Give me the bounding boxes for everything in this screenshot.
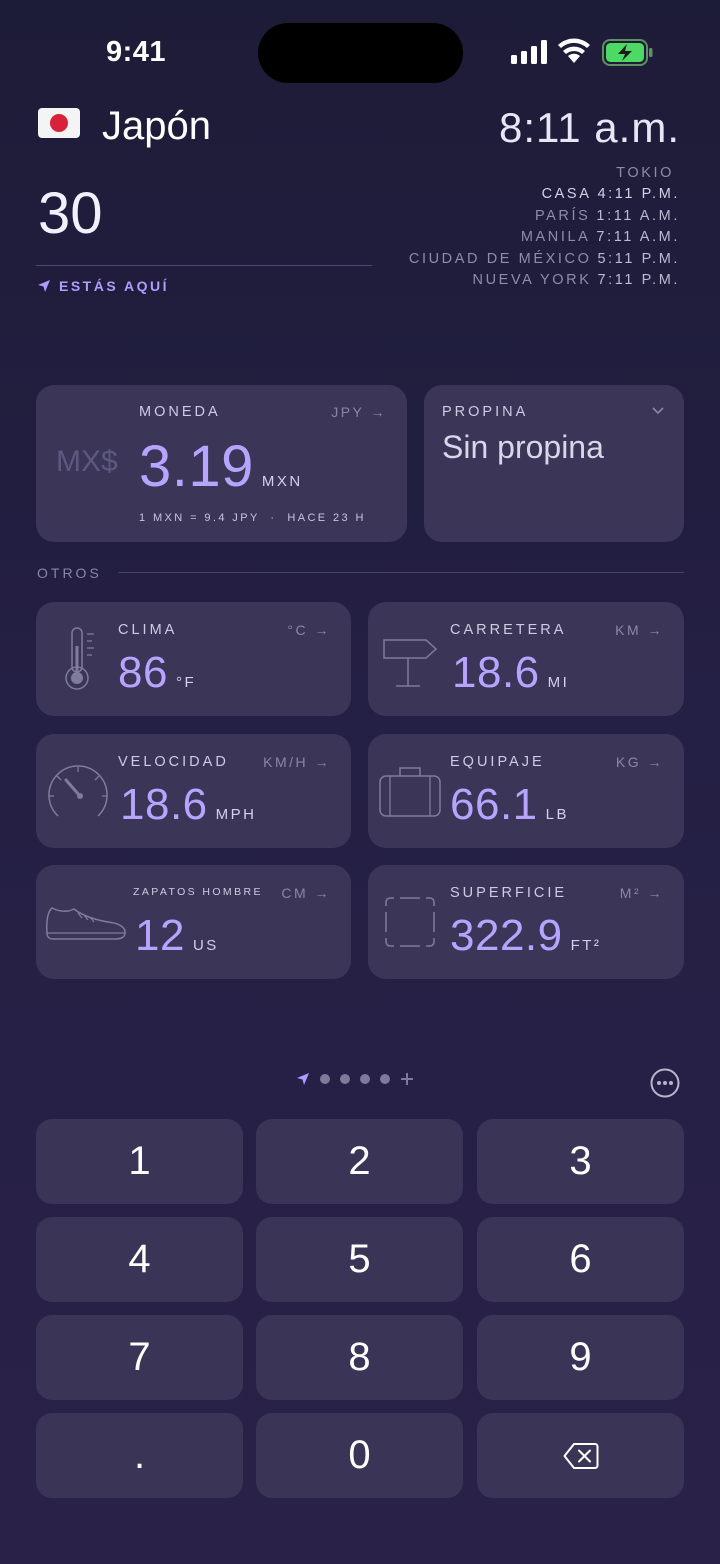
shoe-size-value: 12 US [135,911,219,960]
key-8[interactable]: 8 [256,1315,463,1400]
more-options-icon[interactable] [650,1068,680,1098]
weather-source-unit[interactable]: °C → [287,622,331,638]
key-6[interactable]: 6 [477,1217,684,1302]
chevron-down-icon[interactable] [652,407,664,415]
distance-value: 18.6 MI [452,648,570,697]
currency-label: MONEDA [139,404,221,420]
speedometer-icon [48,765,108,817]
speed-card[interactable]: VELOCIDAD KM/H → 18.6 MPH [36,734,351,848]
key-5[interactable]: 5 [256,1217,463,1302]
time-zone-row: NUEVA YORK 7:11 P.M. [472,272,680,289]
distance-label: CARRETERA [450,622,567,638]
time-zone-row: CIUDAD DE MÉXICO 5:11 P.M. [408,250,680,267]
add-page-icon[interactable] [400,1072,414,1086]
area-value: 322.9 FT² [450,911,602,960]
country-name[interactable]: Japón [102,104,211,149]
location-page-icon[interactable] [296,1072,310,1086]
backspace-icon [563,1442,598,1469]
battery-charging-icon [602,39,653,66]
amount-divider [36,265,372,266]
key-1[interactable]: 1 [36,1119,243,1204]
currency-value: 3.19 MXN [139,434,303,499]
area-source-unit[interactable]: M² → [620,885,664,901]
speed-source-unit[interactable]: KM/H → [263,754,331,770]
key-7[interactable]: 7 [36,1315,243,1400]
wifi-icon [558,38,590,63]
currency-card[interactable]: MONEDA JPY → MX$ 3.19 MXN 1 MXN = 9.4 JPY… [36,385,407,542]
luggage-source-unit[interactable]: KG → [616,754,664,770]
currency-rate: 1 MXN = 9.4 JPY · HACE 23 H [139,512,366,524]
current-location-indicator: ESTÁS AQUÍ [37,278,169,294]
time-zone-row: TOKIO [616,165,674,181]
key-2[interactable]: 2 [256,1119,463,1204]
dynamic-island [258,23,463,83]
tip-card[interactable]: PROPINA Sin propina [424,385,684,542]
area-card[interactable]: SUPERFICIE M² → 322.9 FT² [368,865,684,979]
cellular-signal-icon [511,40,547,64]
key-9[interactable]: 9 [477,1315,684,1400]
weather-card[interactable]: CLIMA °C → 86 °F [36,602,351,716]
key-4[interactable]: 4 [36,1217,243,1302]
key-0[interactable]: 0 [256,1413,463,1498]
weather-value: 86 °F [118,648,197,697]
area-label: SUPERFICIE [450,885,568,901]
shoe-size-card[interactable]: ZAPATOS HOMBRE CM → 12 US [36,865,351,979]
key-3[interactable]: 3 [477,1119,684,1204]
thermometer-icon [65,627,94,690]
luggage-card[interactable]: EQUIPAJE KG → 66.1 LB [368,734,684,848]
weather-label: CLIMA [118,622,178,638]
luggage-value: 66.1 LB [450,780,569,829]
page-dot[interactable] [320,1074,330,1084]
tip-label: PROPINA [442,404,529,420]
shoe-icon [46,907,126,940]
time-zone-row: PARÍS 1:11 A.M. [534,207,680,224]
suitcase-icon [379,767,441,817]
currency-source-unit[interactable]: JPY → [331,404,387,420]
location-arrow-icon [38,280,50,292]
page-dot[interactable] [360,1074,370,1084]
speed-value: 18.6 MPH [120,780,257,829]
local-time: 8:11 a.m. [499,104,680,151]
page-dot[interactable] [340,1074,350,1084]
delete-button[interactable] [477,1413,684,1498]
others-section-divider [118,572,684,573]
shoe-size-label: ZAPATOS HOMBRE [133,886,263,898]
time-zone-row-home: CASA 4:11 P.M. [541,186,680,203]
time-zone-row: MANILA 7:11 A.M. [520,229,680,246]
page-dot[interactable] [380,1074,390,1084]
distance-source-unit[interactable]: KM → [615,622,664,638]
page-indicator[interactable] [296,1072,414,1086]
japan-flag-icon [38,108,80,138]
distance-card[interactable]: CARRETERA KM → 18.6 MI [368,602,684,716]
currency-symbol: MX$ [56,445,118,478]
here-label: ESTÁS AQUÍ [59,278,170,294]
road-sign-icon [383,639,438,687]
tip-value: Sin propina [442,429,604,465]
status-bar-time: 9:41 [106,36,167,68]
key-decimal[interactable]: . [36,1413,243,1498]
shoe-size-source-unit[interactable]: CM → [281,885,331,901]
others-section-label: OTROS [37,565,102,581]
area-square-icon [385,897,435,947]
luggage-label: EQUIPAJE [450,754,545,770]
time-zones-list: TOKIO CASA 4:11 P.M. PARÍS 1:11 A.M. MANIL… [409,163,680,291]
input-amount[interactable]: 30 [38,180,103,247]
speed-label: VELOCIDAD [118,754,229,770]
